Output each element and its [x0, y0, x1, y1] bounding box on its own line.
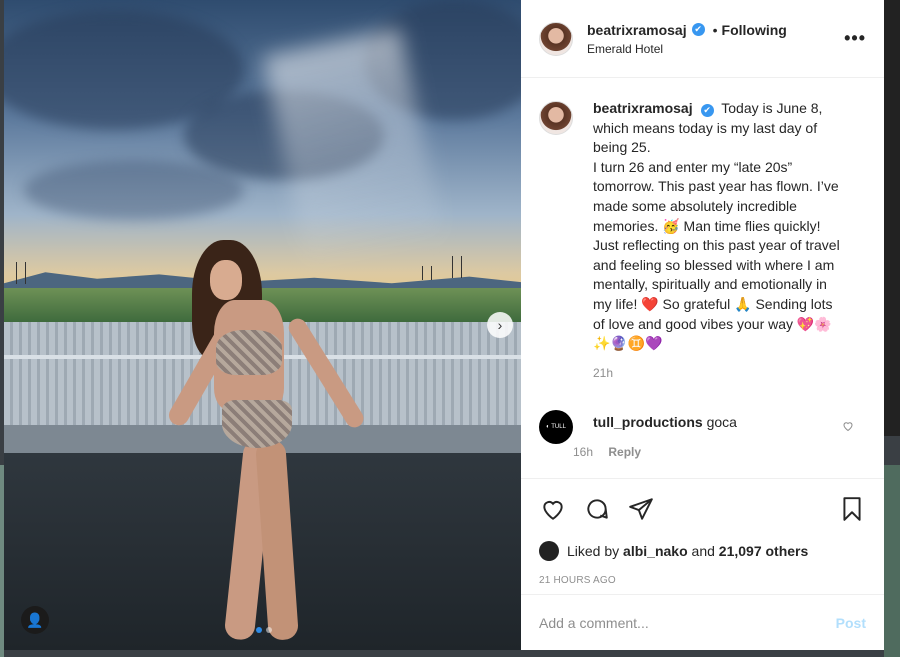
caption-text: I turn 26 and enter my “late 20s” tomorr… [593, 158, 840, 352]
power-pylon [16, 262, 26, 284]
carousel-dot-active [256, 627, 262, 633]
liked-by-user[interactable]: albi_nako [623, 543, 688, 559]
power-pylon [452, 256, 462, 278]
author-username[interactable]: beatrixramosaj [587, 22, 687, 38]
person-figure [144, 240, 384, 642]
avatar[interactable] [539, 21, 573, 56]
caption-time[interactable]: 21h [593, 364, 845, 384]
swimsuit-bottom [222, 400, 292, 448]
actions-area: Liked by albi_nako and 21,097 others 21 … [521, 478, 884, 586]
background-tile [884, 0, 900, 436]
separator: • [712, 21, 718, 38]
swimsuit-top [216, 330, 282, 375]
arm [285, 315, 367, 431]
caption: beatrixramosaj ✔ Today is June 8, which m… [539, 99, 866, 383]
likes-count[interactable]: 21,097 others [719, 543, 809, 559]
post-timestamp[interactable]: 21 HOURS AGO [539, 575, 866, 586]
avatar[interactable]: ◐ TULL [539, 410, 573, 444]
location-link[interactable]: Emerald Hotel [587, 42, 787, 56]
comment-icon[interactable] [583, 495, 611, 523]
face [210, 260, 242, 300]
comment-time[interactable]: 16h [573, 445, 593, 459]
post-header: beatrixramosaj ✔ • Following Emerald Hot… [521, 0, 884, 78]
post-button[interactable]: Post [836, 615, 866, 631]
caption-username[interactable]: beatrixramosaj [593, 100, 693, 116]
carousel-dots [256, 627, 272, 633]
caption-text: which means today is my last day of bein… [593, 119, 818, 156]
comment-input[interactable] [539, 614, 836, 631]
likes-summary: Liked by albi_nako and 21,097 others [539, 541, 866, 561]
following-button[interactable]: Following [722, 22, 787, 38]
verified-icon: ✔ [700, 104, 714, 117]
avatar[interactable] [539, 101, 573, 135]
power-pylon [422, 266, 432, 280]
heart-icon[interactable] [842, 420, 854, 435]
liked-by-suffix: and [691, 543, 715, 559]
leg [255, 439, 299, 641]
post-photo[interactable]: › 👤 [4, 0, 521, 650]
post-side-panel: beatrixramosaj ✔ • Following Emerald Hot… [521, 0, 884, 650]
more-icon[interactable]: ••• [844, 28, 866, 49]
add-comment-bar: Post [521, 594, 884, 650]
carousel-dot [266, 627, 272, 633]
background-tile [884, 465, 900, 657]
chevron-right-icon[interactable]: › [487, 312, 513, 338]
caption-text: Today is June 8, [721, 100, 823, 116]
comment-item: ◐ TULL tull_productions goca 16h Reply [539, 410, 869, 459]
comment-username[interactable]: tull_productions [593, 414, 703, 430]
user-tag-icon[interactable]: 👤 [21, 606, 49, 634]
liked-by-prefix: Liked by [567, 543, 620, 559]
heart-icon[interactable] [539, 495, 567, 523]
verified-icon: ✔ [691, 23, 705, 36]
cloud [24, 160, 244, 220]
avatar[interactable] [539, 541, 559, 561]
comment-text: goca [706, 414, 737, 430]
share-icon[interactable] [627, 495, 655, 523]
bookmark-icon[interactable] [838, 495, 866, 523]
reply-button[interactable]: Reply [608, 445, 641, 459]
